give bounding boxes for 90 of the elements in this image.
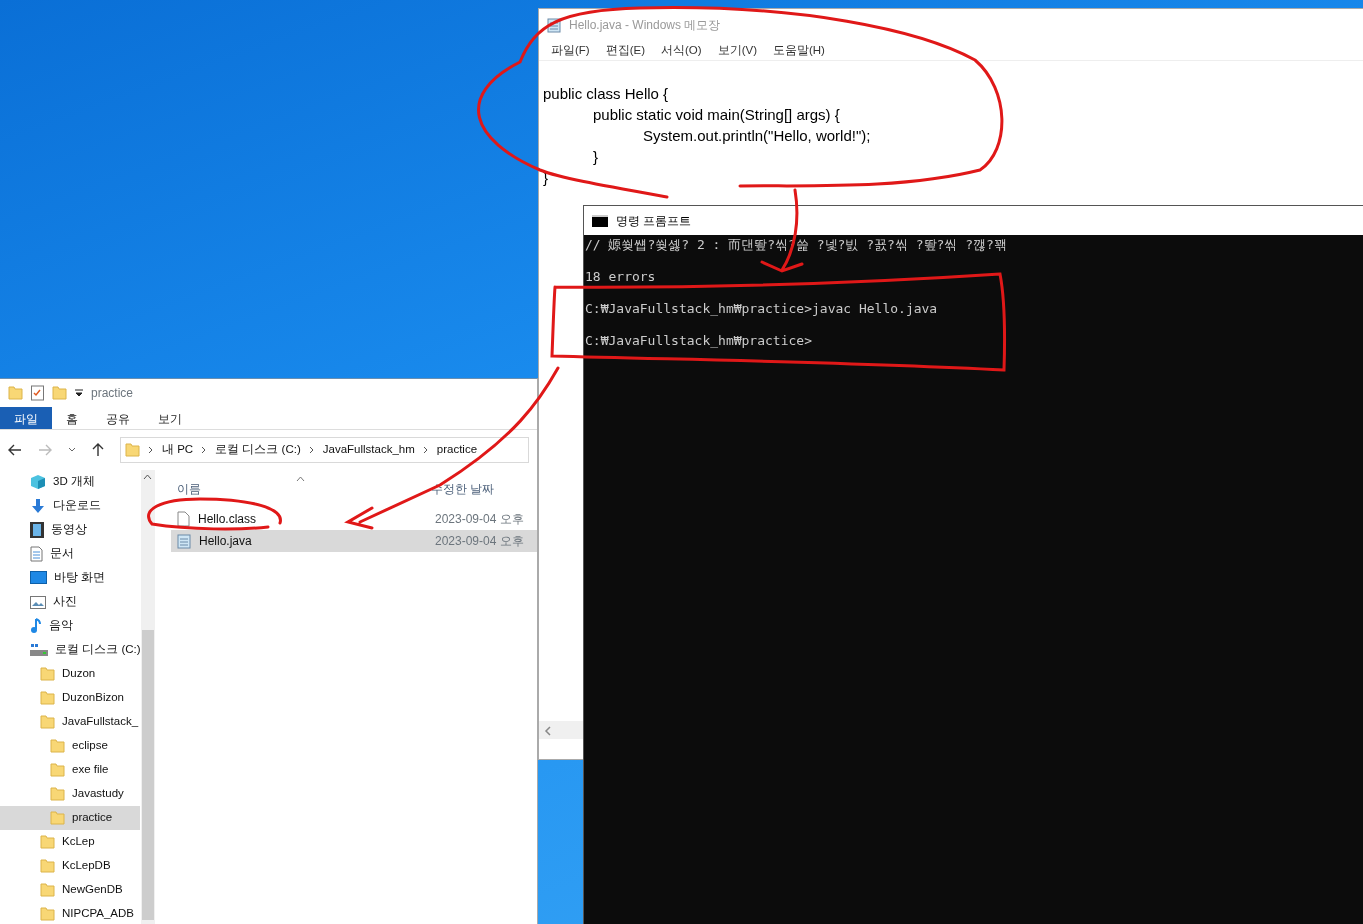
folder-icon — [125, 442, 140, 458]
breadcrumb-item[interactable]: 로컬 디스크 (C:) — [215, 441, 301, 459]
file-date: 2023-09-04 오후 — [435, 511, 524, 528]
tree-item[interactable]: exe file — [0, 758, 140, 782]
chevron-icon — [422, 446, 429, 454]
sort-caret-icon — [296, 476, 305, 482]
folder-icon — [40, 690, 55, 706]
ribbon-tab[interactable]: 공유 — [92, 407, 144, 429]
folder-icon — [40, 906, 55, 922]
tree-item[interactable]: JavaFullstack_ — [0, 710, 140, 734]
folder-icon — [40, 666, 55, 682]
tree-item[interactable]: practice — [0, 806, 140, 830]
menu-item[interactable]: 보기(V) — [709, 41, 765, 60]
window-title: Hello.java - Windows 메모장 — [569, 17, 721, 34]
file-row[interactable]: Hello.class 2023-09-04 오후 — [171, 508, 537, 530]
tree-item[interactable]: NewGenDB — [0, 878, 140, 902]
file-name: Hello.class — [198, 511, 257, 528]
ribbon-tab[interactable]: 파일 — [0, 407, 52, 429]
left-chevron-icon — [543, 725, 553, 736]
folder-icon — [50, 738, 65, 754]
down-arrow-icon — [30, 498, 46, 514]
tree-item[interactable]: 바탕 화면 — [0, 566, 140, 590]
address-bar[interactable]: 내 PC 로컬 디스크 (C:) JavaFullstack_hm practice — [120, 437, 529, 463]
picture-frame-icon — [30, 595, 46, 609]
tree-item[interactable]: KcLep — [0, 830, 140, 854]
tree-item[interactable]: 동영상 — [0, 518, 140, 542]
music-note-icon — [30, 618, 42, 634]
document-icon — [30, 546, 43, 562]
chevron-icon — [148, 446, 154, 454]
folder-icon — [40, 714, 55, 730]
monitor-icon — [30, 571, 47, 585]
folder-icon — [40, 882, 55, 898]
chevron-icon — [201, 446, 208, 454]
notepad-icon — [177, 533, 191, 549]
column-header[interactable]: 이름 — [171, 480, 431, 498]
tree-item[interactable]: NIPCPA_ADB — [0, 902, 140, 924]
menu-item[interactable]: 파일(F) — [543, 41, 598, 60]
ribbon-tab[interactable]: 홈 — [52, 407, 92, 429]
code-line: } — [592, 147, 599, 167]
file-name: Hello.java — [199, 533, 252, 550]
cube-icon — [30, 474, 46, 490]
folder-icon — [52, 385, 67, 401]
menu-item[interactable]: 편집(E) — [597, 41, 654, 60]
tree-item[interactable]: DuzonBizon — [0, 686, 140, 710]
scroll-thumb[interactable] — [142, 630, 154, 920]
code-line: } — [543, 168, 548, 188]
back-arrow-icon[interactable] — [8, 444, 22, 456]
menu-item[interactable]: 도움말(H) — [765, 41, 833, 60]
up-chevron-icon — [143, 474, 152, 480]
dropdown-icon[interactable] — [75, 389, 83, 397]
tree-item[interactable]: 음악 — [0, 614, 140, 638]
checklist-icon[interactable] — [31, 385, 44, 401]
tree-item[interactable]: 문서 — [0, 542, 140, 566]
folder-icon — [40, 834, 55, 850]
tree-item[interactable]: eclipse — [0, 734, 140, 758]
ribbon-tab[interactable]: 보기 — [144, 407, 196, 429]
file-row[interactable]: Hello.java 2023-09-04 오후 — [171, 530, 537, 552]
menu-item[interactable]: 서식(O) — [653, 41, 710, 60]
folder-icon — [50, 762, 65, 778]
blank-file-icon — [177, 511, 190, 527]
file-date: 2023-09-04 오후 — [435, 533, 524, 550]
tree-item[interactable]: 다운로드 — [0, 494, 140, 518]
breadcrumb-item[interactable]: practice — [436, 441, 478, 459]
scrollbar[interactable] — [141, 470, 155, 924]
folder-icon — [8, 385, 23, 401]
tree-item[interactable]: 3D 개체 — [0, 470, 140, 494]
tree-item[interactable]: Javastudy — [0, 782, 140, 806]
tree-item[interactable]: 사진 — [0, 590, 140, 614]
console-line: C:₩JavaFullstack_hm₩practice>javac Hello.java — [585, 301, 938, 318]
folder-icon — [50, 810, 65, 826]
console-line: C:₩JavaFullstack_hm₩practice> — [585, 333, 812, 350]
drive-icon — [30, 643, 48, 657]
scrollbar[interactable] — [539, 721, 583, 739]
tree-item[interactable]: KcLepDB — [0, 854, 140, 878]
code-line: System.out.println("Hello, world!"); — [642, 126, 871, 146]
code-line: public static void main(String[] args) { — [592, 105, 840, 125]
window-title: 명령 프롬프트 — [616, 212, 692, 230]
film-icon — [30, 522, 44, 538]
breadcrumb-item[interactable]: 내 PC — [162, 441, 194, 459]
tree-item[interactable]: Duzon — [0, 662, 140, 686]
folder-icon — [40, 858, 55, 874]
window-title: practice — [91, 385, 134, 402]
code-line: public class Hello { — [543, 84, 669, 104]
chevron-icon — [308, 446, 315, 454]
breadcrumb-item[interactable]: JavaFullstack_hm — [322, 441, 415, 459]
up-arrow-icon[interactable] — [92, 443, 104, 457]
console-icon — [592, 214, 608, 227]
folder-icon — [50, 786, 65, 802]
console-line: 18 errors — [585, 269, 656, 286]
tree-item[interactable]: 로컬 디스크 (C:) — [0, 638, 140, 662]
